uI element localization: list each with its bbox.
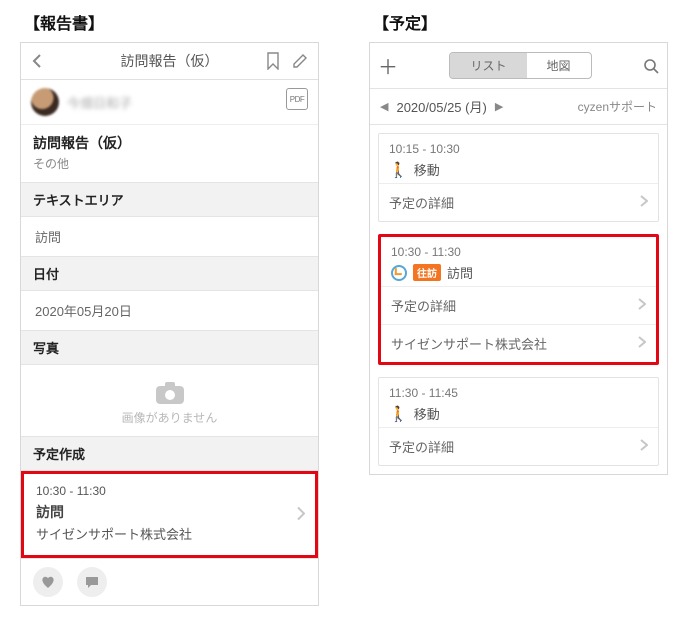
- schedule-create-time: 10:30 - 11:30: [36, 484, 303, 498]
- chevron-right-icon: [297, 506, 305, 523]
- prev-day-icon[interactable]: ◀: [380, 100, 388, 113]
- clock-icon: [391, 265, 407, 281]
- schedule-card-time: 10:15 - 10:30: [389, 142, 648, 156]
- camera-icon: [155, 381, 185, 405]
- schedule-detail-row[interactable]: サイゼンサポート株式会社: [381, 324, 656, 362]
- pdf-badge[interactable]: PDF: [286, 88, 308, 110]
- next-day-icon[interactable]: ▶: [495, 100, 503, 113]
- schedule-card-time: 11:30 - 11:45: [389, 386, 648, 400]
- schedule-detail-label: 予定の詳細: [389, 193, 454, 212]
- schedule-card-line: 往訪訪問: [391, 263, 646, 282]
- walk-icon: 🚶: [389, 161, 408, 179]
- text-area-label: テキストエリア: [21, 182, 318, 217]
- schedule-card-top: 11:30 - 11:45 🚶 移動: [379, 378, 658, 427]
- chevron-right-icon: [638, 298, 646, 313]
- schedule-detail-label: 予定の詳細: [391, 296, 456, 315]
- schedule-create-company: サイゼンサポート株式会社: [36, 524, 303, 543]
- schedule-card-title: 移動: [414, 160, 440, 179]
- schedule-card-line: 🚶 移動: [389, 160, 648, 179]
- schedule-card: 10:30 - 11:30 往訪訪問予定の詳細サイゼンサポート株式会社: [378, 234, 659, 365]
- schedule-detail-row[interactable]: 予定の詳細: [379, 427, 658, 465]
- chevron-right-icon: [638, 336, 646, 351]
- seg-list[interactable]: リスト: [450, 53, 526, 78]
- visit-tag: 往訪: [413, 264, 441, 281]
- walk-icon: 🚶: [389, 405, 408, 423]
- schedule-detail-row[interactable]: 予定の詳細: [381, 286, 656, 324]
- report-subtitle: その他: [33, 155, 306, 172]
- schedule-card-title: 移動: [414, 404, 440, 423]
- schedule-column: 【予定】 ＋ リスト 地図 ◀ 2020/05/25 (月) ▶ cyzenサポ…: [369, 10, 668, 606]
- current-date[interactable]: 2020/05/25 (月): [396, 97, 486, 116]
- schedule-heading: 【予定】: [373, 10, 668, 34]
- user-row: 今畑日和子 PDF: [21, 80, 318, 125]
- schedule-detail-label: 予定の詳細: [389, 437, 454, 456]
- schedule-header: ＋ リスト 地図: [370, 43, 667, 89]
- schedule-card: 10:15 - 10:30 🚶 移動予定の詳細: [378, 133, 659, 222]
- support-label: cyzenサポート: [578, 98, 657, 115]
- schedule-card: 11:30 - 11:45 🚶 移動予定の詳細: [378, 377, 659, 466]
- date-label: 日付: [21, 256, 318, 291]
- schedule-card-time: 10:30 - 11:30: [391, 245, 646, 259]
- photo-body: 画像がありません: [21, 365, 318, 436]
- bookmark-icon[interactable]: [266, 52, 280, 70]
- report-panel: 訪問報告（仮） 今畑日和子 PDF 訪問報告（仮） その他: [20, 42, 319, 606]
- like-button[interactable]: [33, 567, 63, 597]
- user-name: 今畑日和子: [67, 93, 132, 112]
- schedule-detail-label: サイゼンサポート株式会社: [391, 334, 547, 353]
- date-value: 2020年05月20日: [21, 291, 318, 330]
- schedule-create-item[interactable]: 10:30 - 11:30 訪問 サイゼンサポート株式会社: [21, 471, 318, 558]
- schedule-card-title: 訪問: [447, 263, 473, 282]
- schedule-card-top: 10:30 - 11:30 往訪訪問: [381, 237, 656, 286]
- report-footer: [21, 558, 318, 605]
- chevron-right-icon: [640, 195, 648, 210]
- date-bar: ◀ 2020/05/25 (月) ▶ cyzenサポート: [370, 89, 667, 125]
- view-segmented-control: リスト 地図: [449, 52, 591, 79]
- no-photo-text: 画像がありません: [21, 409, 318, 426]
- text-area-value: 訪問: [21, 217, 318, 256]
- schedule-card-top: 10:15 - 10:30 🚶 移動: [379, 134, 658, 183]
- schedule-panel: ＋ リスト 地図 ◀ 2020/05/25 (月) ▶ cyzenサポート 10…: [369, 42, 668, 475]
- schedule-create-label: 予定作成: [21, 436, 318, 471]
- report-heading: 【報告書】: [24, 10, 319, 34]
- report-header: 訪問報告（仮）: [21, 43, 318, 80]
- schedule-card-line: 🚶 移動: [389, 404, 648, 423]
- seg-map[interactable]: 地図: [527, 53, 591, 78]
- avatar: [31, 88, 59, 116]
- schedule-list: 10:15 - 10:30🚶移動予定の詳細10:30 - 11:30往訪訪問予定…: [370, 125, 667, 474]
- schedule-create-name: 訪問: [36, 502, 303, 522]
- add-icon[interactable]: ＋: [378, 51, 398, 80]
- report-column: 【報告書】 訪問報告（仮）: [20, 10, 319, 606]
- back-icon[interactable]: [31, 53, 42, 69]
- edit-icon[interactable]: [292, 53, 308, 69]
- search-icon[interactable]: [643, 58, 659, 74]
- photo-label: 写真: [21, 330, 318, 365]
- chevron-right-icon: [640, 439, 648, 454]
- report-title: 訪問報告（仮）: [33, 133, 306, 153]
- report-title-block: 訪問報告（仮） その他: [21, 125, 318, 182]
- schedule-detail-row[interactable]: 予定の詳細: [379, 183, 658, 221]
- comment-button[interactable]: [77, 567, 107, 597]
- report-header-title: 訪問報告（仮）: [91, 51, 248, 71]
